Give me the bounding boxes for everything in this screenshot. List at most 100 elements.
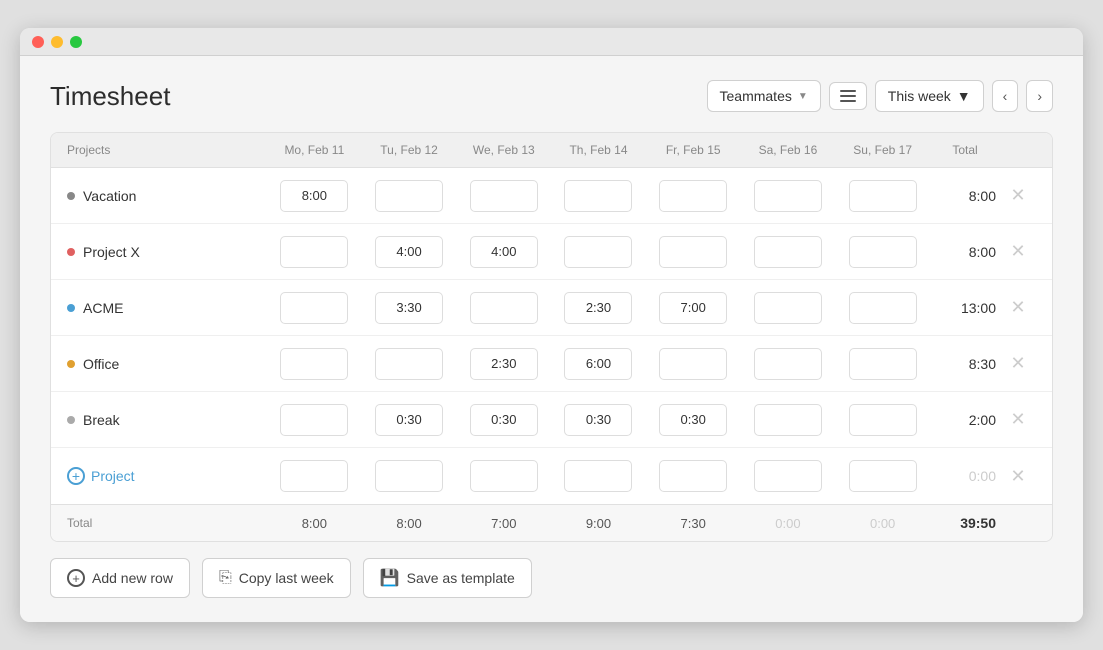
total-wed: 7:00	[456, 516, 551, 531]
time-input-new-wed[interactable]	[470, 460, 538, 492]
time-input-acme-tue[interactable]	[375, 292, 443, 324]
time-input-break-wed[interactable]	[470, 404, 538, 436]
time-input-new-sat[interactable]	[754, 460, 822, 492]
time-input-acme-thu[interactable]	[564, 292, 632, 324]
time-input-acme-wed[interactable]	[470, 292, 538, 324]
remove-projectx-button[interactable]: ✕	[1000, 241, 1036, 262]
row-total-break: 2:00	[930, 412, 1000, 428]
prev-week-button[interactable]: ‹	[992, 80, 1019, 112]
table-row: ACME 13:00 ✕	[51, 280, 1052, 336]
time-input-new-fri[interactable]	[659, 460, 727, 492]
project-name-projectx: Project X	[67, 244, 267, 260]
save-as-template-button[interactable]: 💾 Save as template	[363, 558, 532, 598]
time-input-office-sun[interactable]	[849, 348, 917, 380]
col-thu: Th, Feb 14	[551, 143, 646, 157]
time-input-acme-mon[interactable]	[280, 292, 348, 324]
remove-office-button[interactable]: ✕	[1000, 353, 1036, 374]
project-dot	[67, 248, 75, 256]
time-input-office-thu[interactable]	[564, 348, 632, 380]
time-input-projectx-fri[interactable]	[659, 236, 727, 268]
remove-vacation-button[interactable]: ✕	[1000, 185, 1036, 206]
project-dot	[67, 360, 75, 368]
remove-new-button[interactable]: ✕	[1000, 466, 1036, 487]
time-input-new-mon[interactable]	[280, 460, 348, 492]
project-name-break: Break	[67, 412, 267, 428]
project-dot	[67, 192, 75, 200]
row-total-new: 0:00	[930, 468, 1000, 484]
this-week-button[interactable]: This week ▼	[875, 80, 984, 112]
project-name-acme: ACME	[67, 300, 267, 316]
time-input-new-thu[interactable]	[564, 460, 632, 492]
time-input-break-mon[interactable]	[280, 404, 348, 436]
col-projects: Projects	[67, 143, 267, 157]
time-input-acme-sun[interactable]	[849, 292, 917, 324]
time-input-break-fri[interactable]	[659, 404, 727, 436]
add-new-row-button[interactable]: + Add new row	[50, 558, 190, 598]
table-row: Vacation 8:00 ✕	[51, 168, 1052, 224]
project-dot	[67, 304, 75, 312]
copy-last-week-button[interactable]: ⎘ Copy last week	[202, 558, 351, 598]
save-icon: 💾	[380, 568, 400, 588]
list-view-icon	[840, 90, 856, 102]
time-input-office-tue[interactable]	[375, 348, 443, 380]
time-input-projectx-mon[interactable]	[280, 236, 348, 268]
time-input-vacation-mon[interactable]	[280, 180, 348, 212]
time-input-vacation-sun[interactable]	[849, 180, 917, 212]
row-total-acme: 13:00	[930, 300, 1000, 316]
col-sat: Sa, Feb 16	[741, 143, 836, 157]
time-input-vacation-wed[interactable]	[470, 180, 538, 212]
row-total-office: 8:30	[930, 356, 1000, 372]
time-input-break-tue[interactable]	[375, 404, 443, 436]
teammates-chevron-icon: ▼	[798, 91, 808, 102]
add-row-icon: +	[67, 569, 85, 587]
total-fri: 7:30	[646, 516, 741, 531]
time-input-vacation-fri[interactable]	[659, 180, 727, 212]
add-project-icon: +	[67, 467, 85, 485]
time-input-vacation-sat[interactable]	[754, 180, 822, 212]
time-input-vacation-thu[interactable]	[564, 180, 632, 212]
maximize-dot[interactable]	[70, 36, 82, 48]
teammates-label: Teammates	[720, 88, 792, 104]
app-window: Timesheet Teammates ▼ This week ▼ ‹	[20, 28, 1083, 622]
time-input-projectx-sun[interactable]	[849, 236, 917, 268]
time-input-break-thu[interactable]	[564, 404, 632, 436]
remove-acme-button[interactable]: ✕	[1000, 297, 1036, 318]
add-project-button[interactable]: + Project	[67, 467, 267, 485]
remove-break-button[interactable]: ✕	[1000, 409, 1036, 430]
page-title: Timesheet	[50, 81, 170, 112]
time-input-new-sun[interactable]	[849, 460, 917, 492]
next-week-button[interactable]: ›	[1026, 80, 1053, 112]
time-input-new-tue[interactable]	[375, 460, 443, 492]
list-view-button[interactable]	[829, 82, 867, 110]
time-input-office-wed[interactable]	[470, 348, 538, 380]
time-input-projectx-sat[interactable]	[754, 236, 822, 268]
time-input-office-mon[interactable]	[280, 348, 348, 380]
time-input-projectx-thu[interactable]	[564, 236, 632, 268]
table-row: Project X 8:00 ✕	[51, 224, 1052, 280]
time-input-office-sat[interactable]	[754, 348, 822, 380]
time-input-projectx-tue[interactable]	[375, 236, 443, 268]
total-grand: 39:50	[930, 515, 1000, 531]
time-input-break-sun[interactable]	[849, 404, 917, 436]
copy-icon: ⎘	[219, 569, 232, 587]
page-header: Timesheet Teammates ▼ This week ▼ ‹	[50, 80, 1053, 112]
titlebar	[20, 28, 1083, 56]
time-input-break-sat[interactable]	[754, 404, 822, 436]
teammates-button[interactable]: Teammates ▼	[707, 80, 821, 112]
col-fri: Fr, Feb 15	[646, 143, 741, 157]
close-dot[interactable]	[32, 36, 44, 48]
table-row: Break 2:00 ✕	[51, 392, 1052, 448]
total-mon: 8:00	[267, 516, 362, 531]
time-input-office-fri[interactable]	[659, 348, 727, 380]
time-input-vacation-tue[interactable]	[375, 180, 443, 212]
total-label: Total	[67, 516, 267, 530]
minimize-dot[interactable]	[51, 36, 63, 48]
project-name-vacation: Vacation	[67, 188, 267, 204]
time-input-acme-fri[interactable]	[659, 292, 727, 324]
time-input-projectx-wed[interactable]	[470, 236, 538, 268]
col-wed: We, Feb 13	[456, 143, 551, 157]
this-week-chevron-icon: ▼	[957, 88, 971, 104]
next-icon: ›	[1037, 88, 1042, 104]
footer-actions: + Add new row ⎘ Copy last week 💾 Save as…	[50, 558, 1053, 598]
time-input-acme-sat[interactable]	[754, 292, 822, 324]
